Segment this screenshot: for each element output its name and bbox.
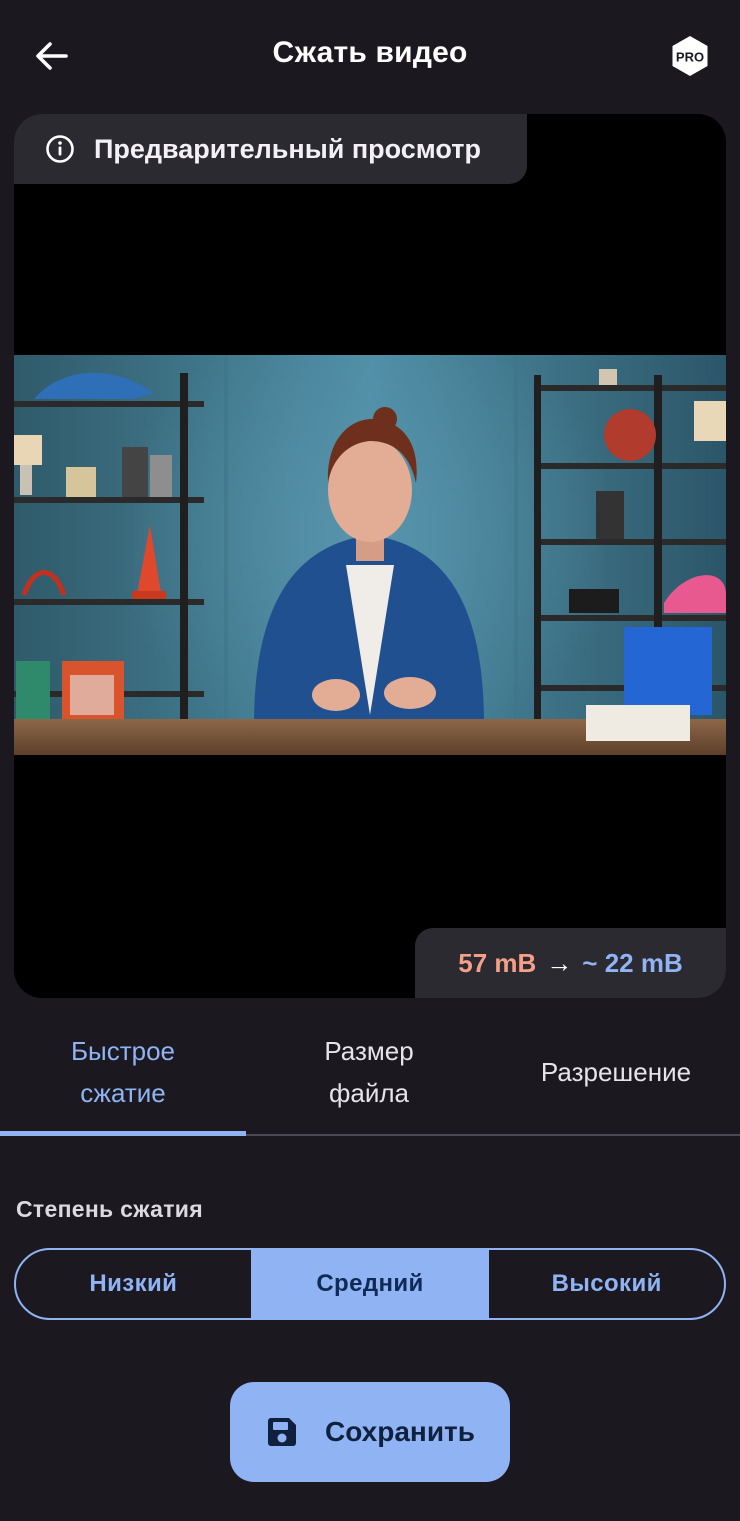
pro-badge-text: PRO xyxy=(676,50,704,65)
top-app-bar: Сжать видео PRO xyxy=(0,0,740,112)
option-medium[interactable]: Средний xyxy=(250,1250,488,1318)
video-frame xyxy=(14,355,726,755)
compression-mode-tabs: Быстрое сжатие Размер файла Разрешение xyxy=(0,1010,740,1136)
page-title: Сжать видео xyxy=(272,36,468,69)
floppy-disk-icon xyxy=(265,1415,299,1449)
tab-resolution[interactable]: Разрешение xyxy=(492,1010,740,1134)
compression-level-label: Степень сжатия xyxy=(16,1196,203,1222)
pro-badge-button[interactable]: PRO xyxy=(668,34,712,78)
preview-label-chip: Предварительный просмотр xyxy=(14,114,527,184)
size-arrow: → xyxy=(546,947,573,978)
active-tab-indicator xyxy=(0,1131,246,1136)
preview-label-text: Предварительный просмотр xyxy=(94,133,481,164)
compression-level-selector: Низкий Средний Высокий xyxy=(14,1248,726,1320)
info-icon xyxy=(44,133,76,165)
estimated-size: ~ 22 mB xyxy=(582,947,683,978)
tab-quick-compression[interactable]: Быстрое сжатие xyxy=(0,1010,246,1134)
original-size: 57 mB xyxy=(458,947,537,978)
option-low[interactable]: Низкий xyxy=(16,1250,251,1318)
option-high[interactable]: Высокий xyxy=(487,1250,724,1318)
file-size-estimate: 57 mB → ~ 22 mB xyxy=(415,928,726,998)
video-preview[interactable]: Предварительный просмотр 57 mB → ~ 22 mB xyxy=(14,114,726,998)
video-thumbnail-image xyxy=(14,355,726,755)
save-button[interactable]: Сохранить xyxy=(230,1382,510,1482)
tab-file-size[interactable]: Размер файла xyxy=(246,1010,492,1134)
pro-badge-icon: PRO xyxy=(672,36,708,76)
save-button-label: Сохранить xyxy=(325,1416,475,1447)
